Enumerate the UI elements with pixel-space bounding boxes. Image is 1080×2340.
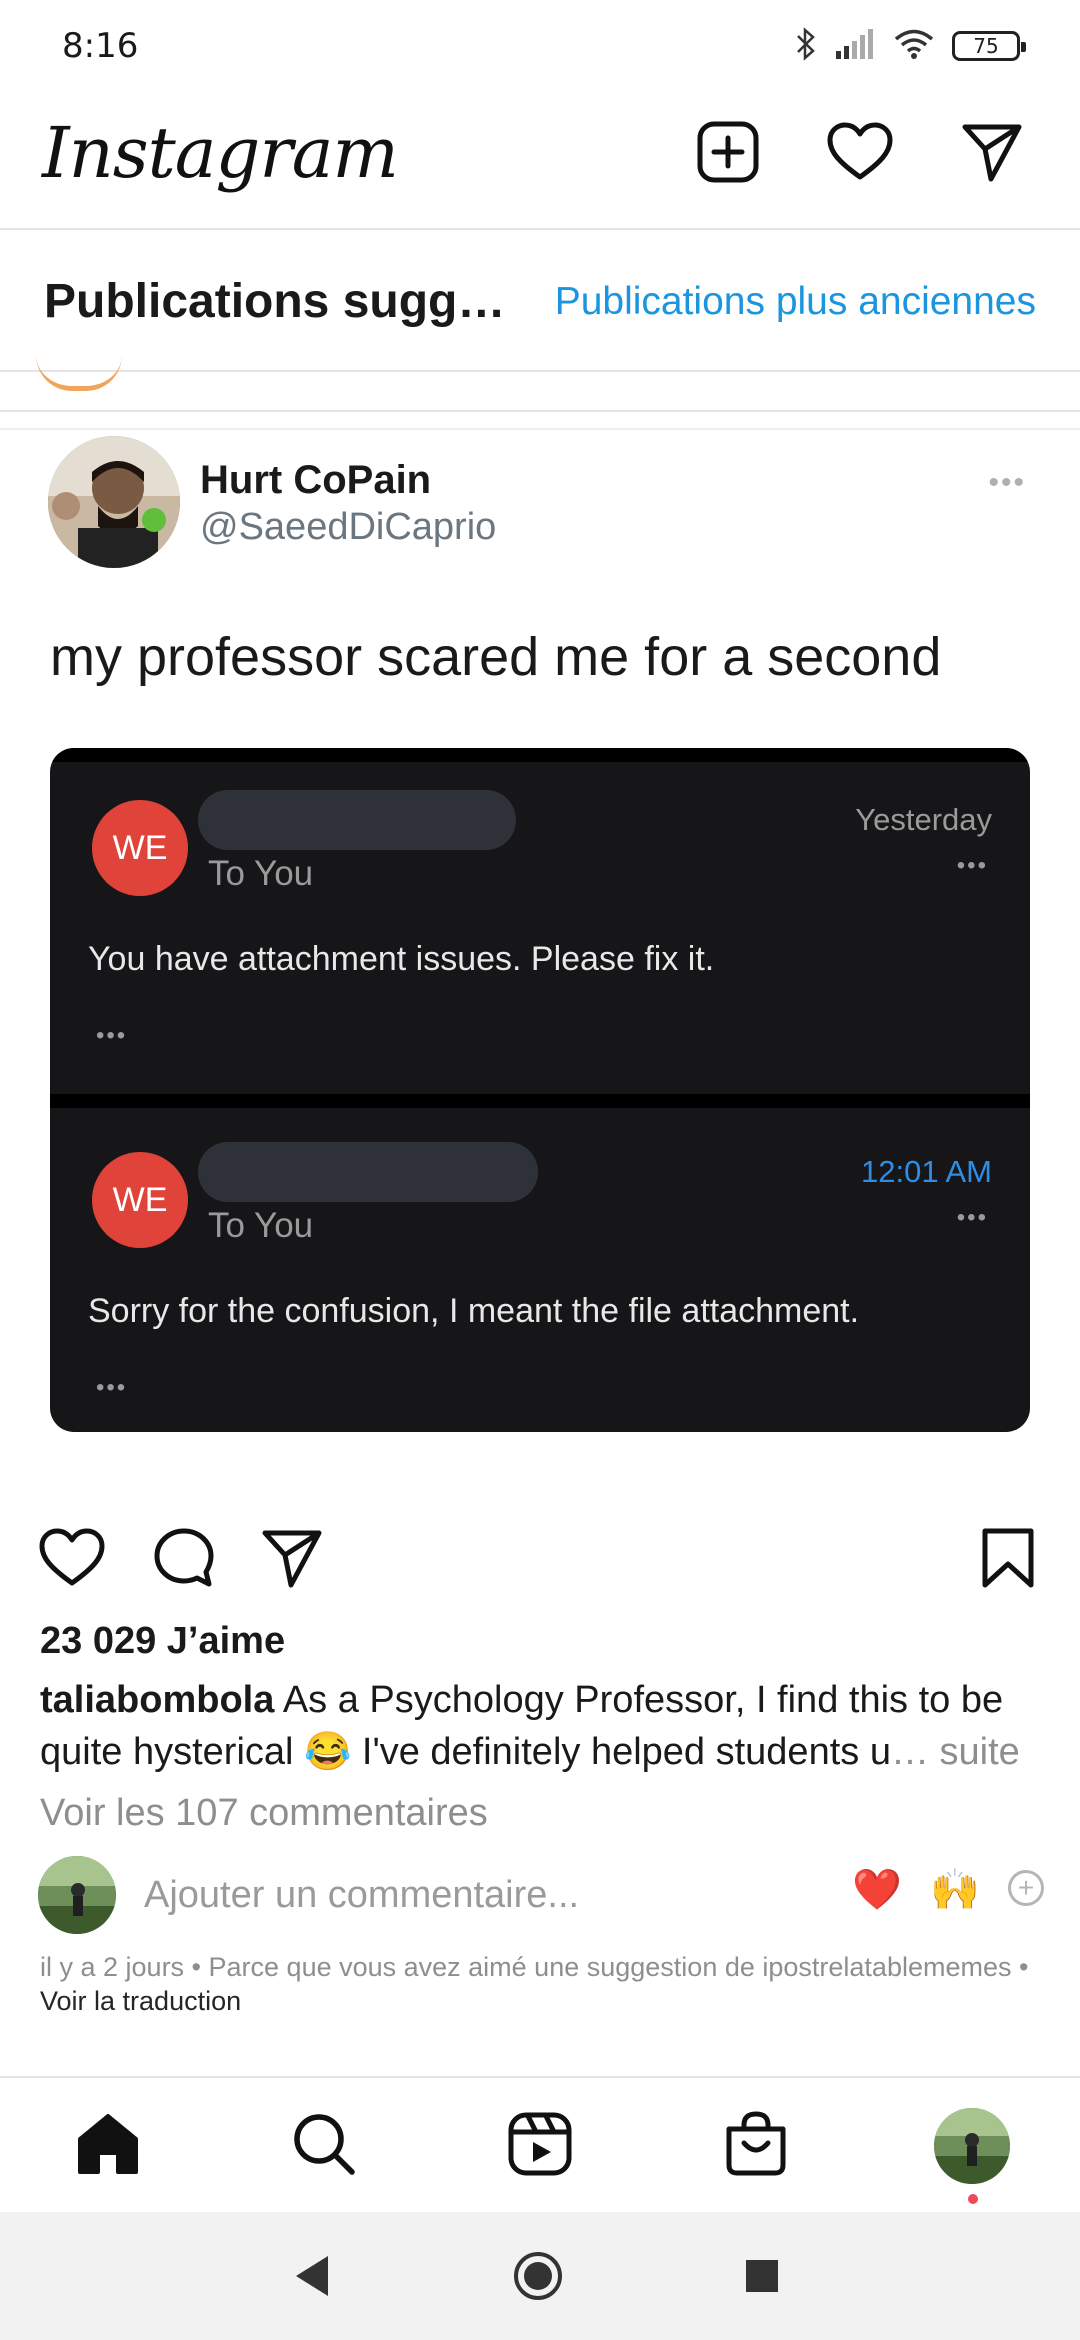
add-reaction-icon[interactable]: + <box>1008 1870 1044 1906</box>
user-avatar <box>38 1856 116 1934</box>
post-actions <box>0 1520 1080 1600</box>
caption-text: I've definitely helped students u <box>351 1731 891 1773</box>
status-icons: 75 <box>794 24 1026 68</box>
add-comment-row: ❤️ 🙌 + <box>0 1856 1080 1936</box>
email-screenshot: WE To You Yesterday ••• You have attachm… <box>50 748 1030 1432</box>
email-date: 12:01 AM <box>861 1154 992 1189</box>
like-heart-icon[interactable] <box>34 1520 110 1596</box>
tweet-author-name[interactable]: Hurt CoPain <box>200 458 431 503</box>
post-caption: taliabombola As a Psychology Professor, … <box>40 1674 1040 1778</box>
reels-icon[interactable] <box>502 2106 578 2182</box>
older-posts-link[interactable]: Publications plus anciennes <box>555 280 1036 324</box>
comment-icon[interactable] <box>146 1520 222 1596</box>
bookmark-icon[interactable] <box>970 1520 1046 1596</box>
comment-input[interactable] <box>144 1874 744 1917</box>
home-circle-icon[interactable] <box>512 2250 564 2302</box>
shop-icon[interactable] <box>718 2106 794 2182</box>
divider <box>0 428 1080 430</box>
signal-icon <box>836 28 876 64</box>
redacted-sender <box>198 790 516 850</box>
email-recipient: To You <box>208 1206 314 1245</box>
app-header: Instagram <box>0 100 1080 230</box>
tweet-author-avatar <box>48 436 180 568</box>
email-more-icon: ••• <box>956 852 988 879</box>
email-more-icon: ••• <box>956 1204 988 1231</box>
email-body: Sorry for the confusion, I meant the fil… <box>88 1292 860 1330</box>
divider <box>50 1094 1030 1108</box>
post-meta: il y a 2 jours • Parce que vous avez aim… <box>40 1950 1060 2018</box>
instagram-logo: Instagram <box>42 112 399 194</box>
translate-link[interactable]: Voir la traduction <box>40 1986 241 2016</box>
status-bar: 8:16 75 <box>0 0 1080 90</box>
bluetooth-icon <box>794 26 818 66</box>
bottom-nav <box>0 2076 1080 2210</box>
heart-icon[interactable] <box>826 118 894 186</box>
sender-avatar: WE <box>92 800 188 896</box>
more-options-icon[interactable]: ••• <box>988 466 1026 500</box>
email-recipient: To You <box>208 854 314 893</box>
suggested-posts-banner: Publications sugg… Publications plus anc… <box>0 232 1080 372</box>
caption-username[interactable]: taliabombola <box>40 1679 274 1721</box>
banner-title: Publications sugg… <box>44 275 506 328</box>
wifi-icon <box>894 28 934 65</box>
post-meta-text: il y a 2 jours • Parce que vous avez aim… <box>40 1952 1029 1982</box>
status-time: 8:16 <box>62 26 139 66</box>
system-nav-bar <box>0 2212 1080 2340</box>
divider <box>0 410 1080 412</box>
battery-icon: 75 <box>952 31 1026 61</box>
tweet-author-handle: @SaeedDiCaprio <box>200 506 497 548</box>
share-send-icon[interactable] <box>254 1520 330 1596</box>
tweet-text: my professor scared me for a second <box>50 627 942 687</box>
divider <box>50 748 1030 762</box>
laughing-emoji: 😂 <box>304 1731 352 1773</box>
plus-square-icon[interactable] <box>694 118 762 186</box>
sender-avatar: WE <box>92 1152 188 1248</box>
home-icon[interactable] <box>70 2106 146 2182</box>
quick-reaction-raised-hands[interactable]: 🙌 <box>930 1866 980 1913</box>
send-icon[interactable] <box>958 118 1026 186</box>
previous-post-avatar-ring <box>36 355 122 391</box>
like-count[interactable]: 23 029 J’aime <box>40 1620 285 1663</box>
view-comments-link[interactable]: Voir les 107 commentaires <box>40 1792 488 1835</box>
caption-more-link[interactable]: … suite <box>891 1731 1020 1773</box>
quick-reaction-heart[interactable]: ❤️ <box>852 1866 902 1913</box>
back-icon[interactable] <box>286 2250 338 2302</box>
email-expand-icon: ••• <box>96 1374 128 1401</box>
profile-avatar[interactable] <box>934 2108 1010 2184</box>
recents-icon[interactable] <box>736 2250 788 2302</box>
redacted-sender <box>198 1142 538 1202</box>
email-body: You have attachment issues. Please fix i… <box>88 940 715 978</box>
search-icon[interactable] <box>286 2106 362 2182</box>
notification-dot <box>968 2194 978 2204</box>
email-date: Yesterday <box>855 802 992 837</box>
email-expand-icon: ••• <box>96 1022 128 1049</box>
